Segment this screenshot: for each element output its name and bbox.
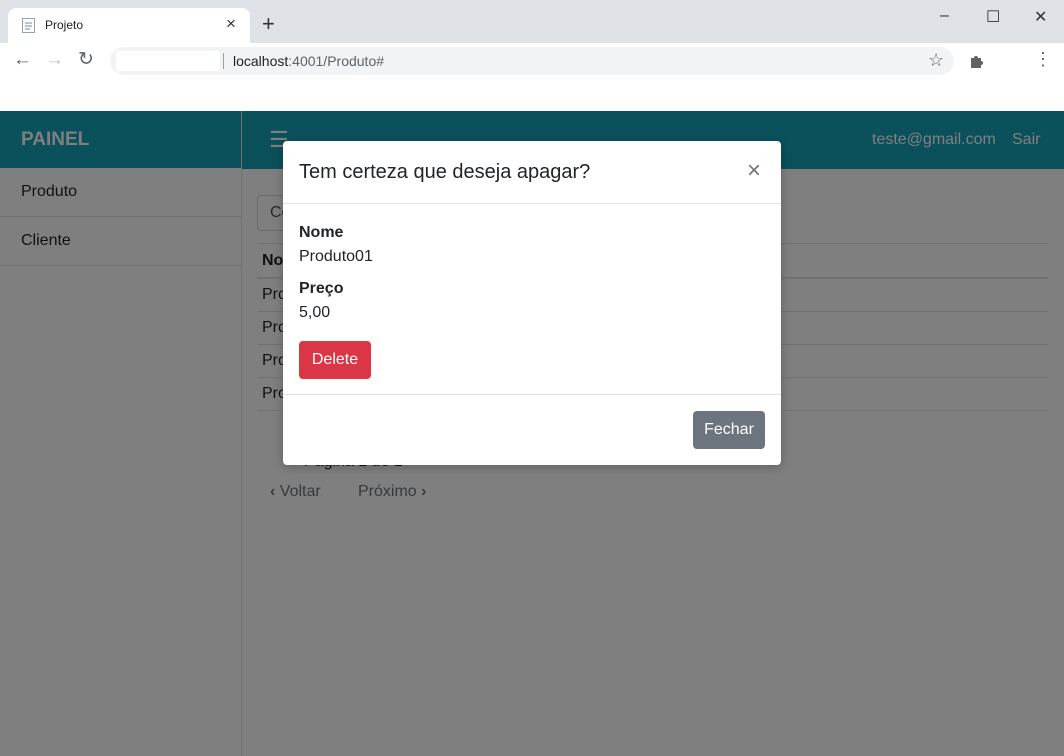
address-bar-separator <box>223 53 224 69</box>
modal-body: Nome Produto01 Preço 5,00 Delete <box>283 204 781 395</box>
browser-tab[interactable]: Projeto × <box>8 8 250 43</box>
reload-icon[interactable]: ↻ <box>78 49 94 71</box>
bookmark-bar <box>0 79 1064 111</box>
price-value: 5,00 <box>299 304 331 321</box>
back-icon[interactable]: ← <box>13 49 32 71</box>
bookmark-star-icon[interactable]: ☆ <box>928 50 944 71</box>
delete-confirm-modal: Tem certeza que deseja apagar? × Nome Pr… <box>283 141 781 465</box>
name-label: Nome <box>299 224 344 241</box>
close-icon[interactable]: × <box>747 159 761 183</box>
extensions-icon[interactable] <box>968 52 986 70</box>
price-label: Preço <box>299 280 344 297</box>
modal-header: Tem certeza que deseja apagar? × <box>283 141 781 204</box>
page-icon <box>22 18 35 33</box>
window-close-icon[interactable]: ✕ <box>1034 7 1047 27</box>
address-bar-redaction <box>116 51 220 71</box>
tab-close-icon[interactable]: × <box>226 14 236 34</box>
browser-toolbar: ← → ↻ localhost:4001/Produto# ☆ ⋮ <box>0 43 1064 79</box>
name-value: Produto01 <box>299 248 373 265</box>
delete-button[interactable]: Delete <box>299 341 371 379</box>
modal-title: Tem certeza que deseja apagar? <box>299 161 591 183</box>
minimize-icon[interactable]: – <box>940 7 949 25</box>
close-button[interactable]: Fechar <box>693 411 765 449</box>
new-tab-button[interactable]: + <box>262 12 275 36</box>
browser-titlebar: Projeto × + – ☐ ✕ <box>0 0 1064 43</box>
url-text: localhost:4001/Produto# <box>233 53 385 69</box>
tab-title: Projeto <box>45 18 84 32</box>
browser-menu-icon[interactable]: ⋮ <box>1034 49 1052 70</box>
modal-footer: Fechar <box>283 395 781 465</box>
address-bar[interactable]: localhost:4001/Produto# ☆ <box>110 47 954 75</box>
maximize-icon[interactable]: ☐ <box>986 7 1000 27</box>
forward-icon[interactable]: → <box>45 49 64 71</box>
